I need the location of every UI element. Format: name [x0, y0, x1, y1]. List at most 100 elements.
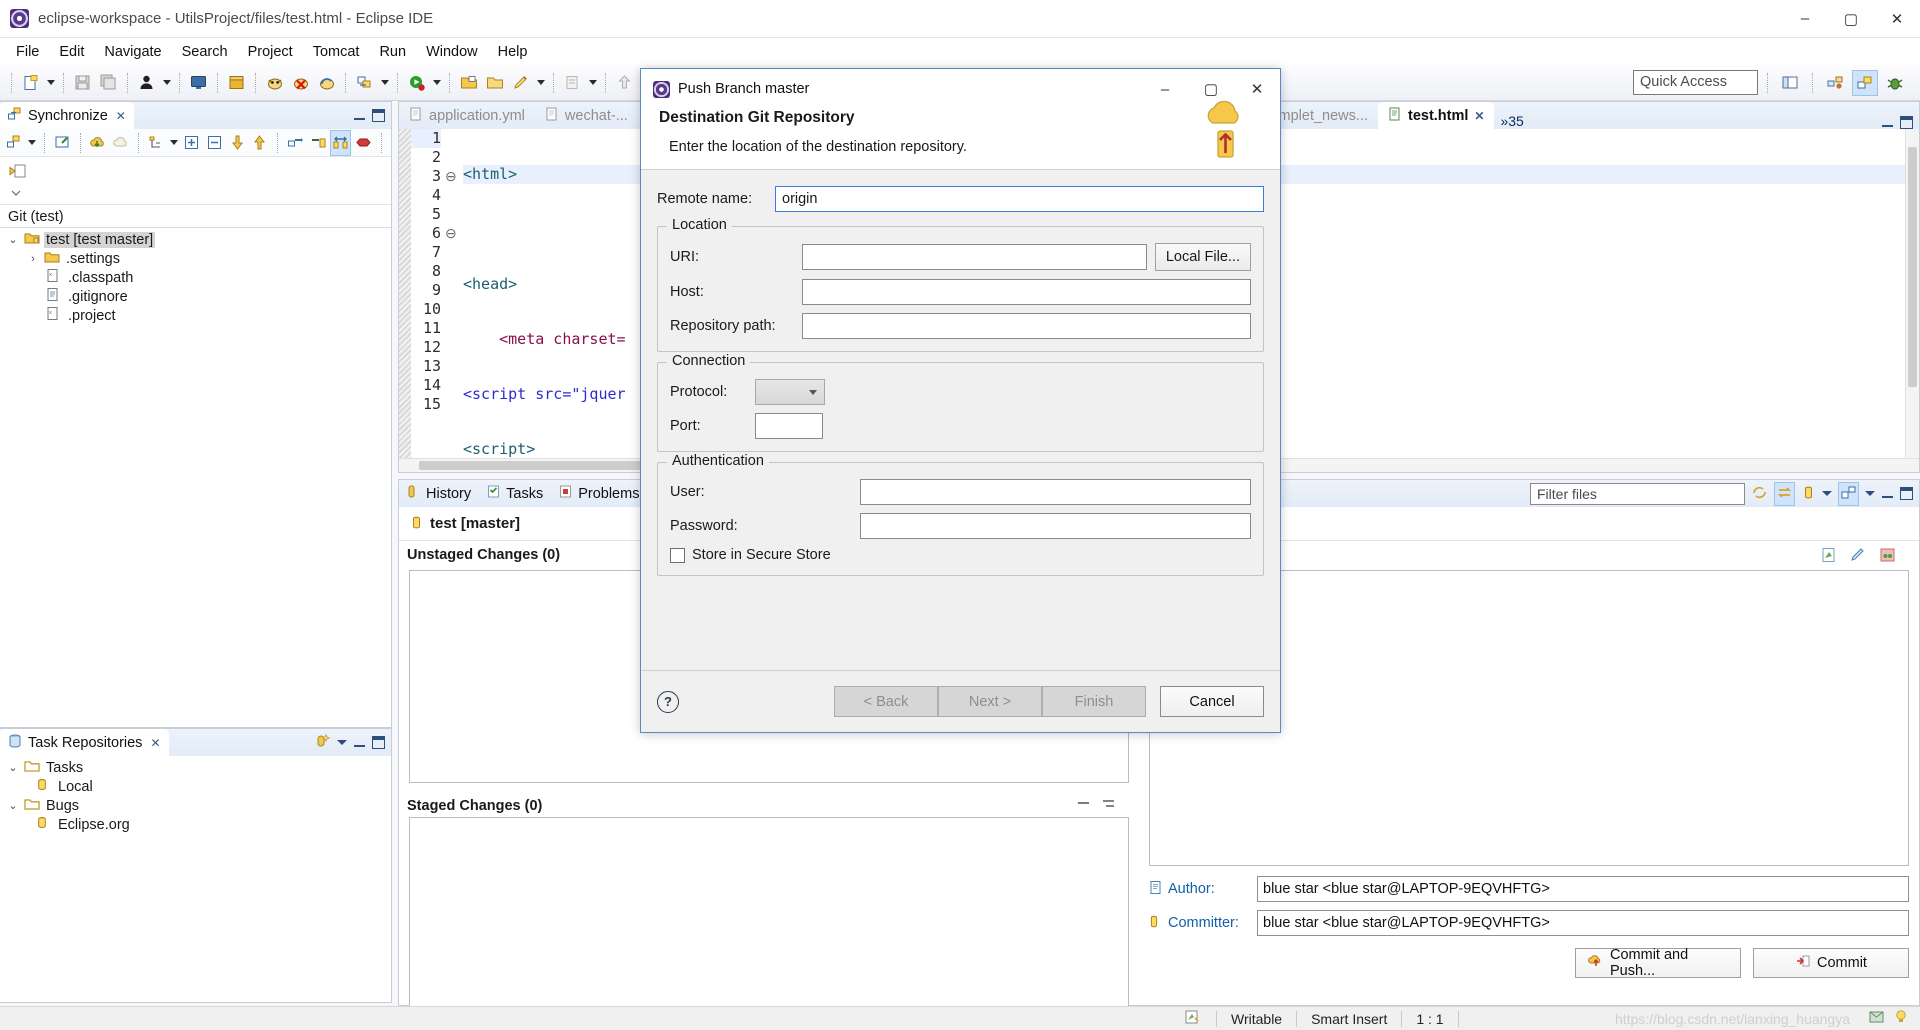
minimize-view-icon[interactable]	[1881, 487, 1894, 500]
tree-item-tasks[interactable]: ⌄ Tasks	[0, 758, 391, 777]
open-sync-wizard-icon[interactable]	[52, 130, 73, 156]
database-icon[interactable]	[224, 70, 249, 96]
staged-changes-list[interactable]	[409, 817, 1129, 1020]
back-button[interactable]: < Back	[834, 686, 938, 717]
change-id-icon[interactable]	[1879, 547, 1897, 567]
perspective-debug-icon[interactable]	[1882, 70, 1908, 96]
editor-tab-application-yml[interactable]: application.yml	[399, 102, 535, 129]
push-cloud-icon[interactable]	[111, 130, 132, 156]
synchronize-tree[interactable]: ⌄ test [test master] › .settings x .clas…	[0, 228, 391, 325]
minimize-editor-icon[interactable]	[1881, 116, 1894, 129]
commit-button[interactable]: Commit	[1753, 948, 1909, 978]
previous-change-icon[interactable]	[249, 130, 270, 156]
tab-history[interactable]: History	[399, 480, 479, 507]
add-signed-off-icon[interactable]	[1821, 547, 1839, 567]
folder-icon[interactable]	[482, 70, 507, 96]
protocol-select[interactable]	[755, 379, 825, 405]
notification-icon[interactable]	[1868, 1009, 1886, 1028]
dialog-minimize-button[interactable]: –	[1142, 69, 1188, 109]
repository-path-input[interactable]	[802, 313, 1251, 339]
menu-tomcat[interactable]: Tomcat	[303, 41, 370, 63]
finish-button[interactable]: Finish	[1042, 686, 1146, 717]
minimize-view-icon[interactable]	[353, 109, 366, 122]
editor-tab-wechat[interactable]: wechat-...	[535, 102, 638, 129]
add-repository-icon[interactable]	[315, 733, 331, 752]
run-dropdown-icon[interactable]	[430, 70, 443, 96]
tree-item-local[interactable]: Local	[0, 777, 391, 796]
open-folder-icon[interactable]	[456, 70, 481, 96]
tree-item-test-repo[interactable]: ⌄ test [test master]	[0, 230, 391, 249]
store-secure-checkbox[interactable]	[670, 547, 685, 563]
layout-dropdown-icon[interactable]	[169, 130, 180, 156]
minimize-button[interactable]: –	[1782, 0, 1828, 38]
port-input[interactable]	[755, 413, 823, 439]
twisty-icon[interactable]: ›	[26, 253, 40, 265]
tree-item-eclipse-org[interactable]: Eclipse.org	[0, 815, 391, 834]
previous-sync-icon[interactable]	[8, 161, 383, 184]
refresh-icon[interactable]	[1751, 484, 1768, 504]
search-next-icon[interactable]	[560, 70, 585, 96]
menu-search[interactable]: Search	[172, 41, 238, 63]
maximize-view-icon[interactable]	[1900, 487, 1913, 500]
user-dropdown-icon[interactable]	[160, 70, 173, 96]
uri-input[interactable]	[802, 244, 1147, 270]
tomcat-start-icon[interactable]	[262, 70, 287, 96]
view-menu-icon[interactable]	[1865, 491, 1875, 496]
editor-vertical-scrollbar[interactable]	[1905, 129, 1919, 472]
unstage-all-icon[interactable]	[1077, 797, 1092, 814]
author-input[interactable]: blue star <blue star@LAPTOP-9EQVHFTG>	[1257, 876, 1909, 902]
sync-dropdown-icon[interactable]	[378, 70, 391, 96]
repository-selector-icon[interactable]	[1801, 485, 1816, 503]
cancel-button[interactable]: Cancel	[1160, 686, 1264, 717]
menu-navigate[interactable]: Navigate	[94, 41, 171, 63]
menu-project[interactable]: Project	[238, 41, 303, 63]
menu-file[interactable]: File	[6, 41, 49, 63]
tree-item-bugs[interactable]: ⌄ Bugs	[0, 796, 391, 815]
user-input[interactable]	[860, 479, 1251, 505]
outgoing-mode-icon[interactable]	[308, 130, 329, 156]
expand-section-icon[interactable]	[8, 186, 383, 202]
maximize-editor-icon[interactable]	[1900, 116, 1913, 129]
tomcat-stop-icon[interactable]	[288, 70, 313, 96]
committer-input[interactable]: blue star <blue star@LAPTOP-9EQVHFTG>	[1257, 910, 1909, 936]
both-mode-icon[interactable]	[330, 129, 352, 156]
host-input[interactable]	[802, 279, 1251, 305]
fold-marker[interactable]: ⊖	[445, 167, 459, 186]
twisty-icon[interactable]: ⌄	[6, 233, 20, 246]
incoming-mode-icon[interactable]	[285, 130, 306, 156]
perspective-git-icon[interactable]	[1852, 69, 1878, 96]
store-secure-row[interactable]: Store in Secure Store	[670, 547, 1251, 563]
twisty-icon[interactable]: ⌄	[6, 799, 20, 812]
tab-synchronize[interactable]: Synchronize ✕	[0, 102, 134, 129]
run-icon[interactable]	[404, 70, 429, 96]
toggle-staging-icon[interactable]	[1774, 481, 1795, 506]
tab-problems[interactable]: Problems	[551, 480, 647, 507]
twisty-icon[interactable]: ⌄	[6, 761, 20, 774]
amend-commit-icon[interactable]	[1850, 547, 1868, 567]
tree-item-classpath[interactable]: x .classpath	[0, 268, 391, 287]
maximize-view-icon[interactable]	[372, 109, 385, 122]
link-selection-icon[interactable]	[1838, 481, 1859, 506]
editor-tab-test-html[interactable]: test.html ✕	[1377, 102, 1495, 129]
synchronize-mode-icon[interactable]	[4, 130, 25, 156]
menu-help[interactable]: Help	[488, 41, 538, 63]
editor-fold-gutter[interactable]: ⊖ ⊖	[445, 129, 459, 472]
search-dropdown-icon[interactable]	[586, 70, 599, 96]
user-icon[interactable]	[134, 70, 159, 96]
view-menu-icon[interactable]	[337, 740, 347, 745]
next-change-icon[interactable]	[227, 130, 248, 156]
tomcat-restart-icon[interactable]	[314, 70, 339, 96]
open-perspective-icon[interactable]	[1777, 70, 1803, 96]
perspective-java-icon[interactable]	[1822, 70, 1848, 96]
save-icon[interactable]	[70, 70, 95, 96]
editor-more-tabs-button[interactable]: »35	[1494, 113, 1529, 129]
maximize-button[interactable]: ▢	[1828, 0, 1874, 38]
edit-dropdown-icon[interactable]	[534, 70, 547, 96]
synchronize-mode-dropdown-icon[interactable]	[27, 130, 38, 156]
tree-item-settings[interactable]: › .settings	[0, 249, 391, 268]
layout-tree-icon[interactable]	[146, 130, 167, 156]
menu-edit[interactable]: Edit	[49, 41, 94, 63]
remote-name-input[interactable]: origin	[775, 186, 1264, 212]
new-dropdown-icon[interactable]	[44, 70, 57, 96]
terminal-icon[interactable]	[186, 70, 211, 96]
